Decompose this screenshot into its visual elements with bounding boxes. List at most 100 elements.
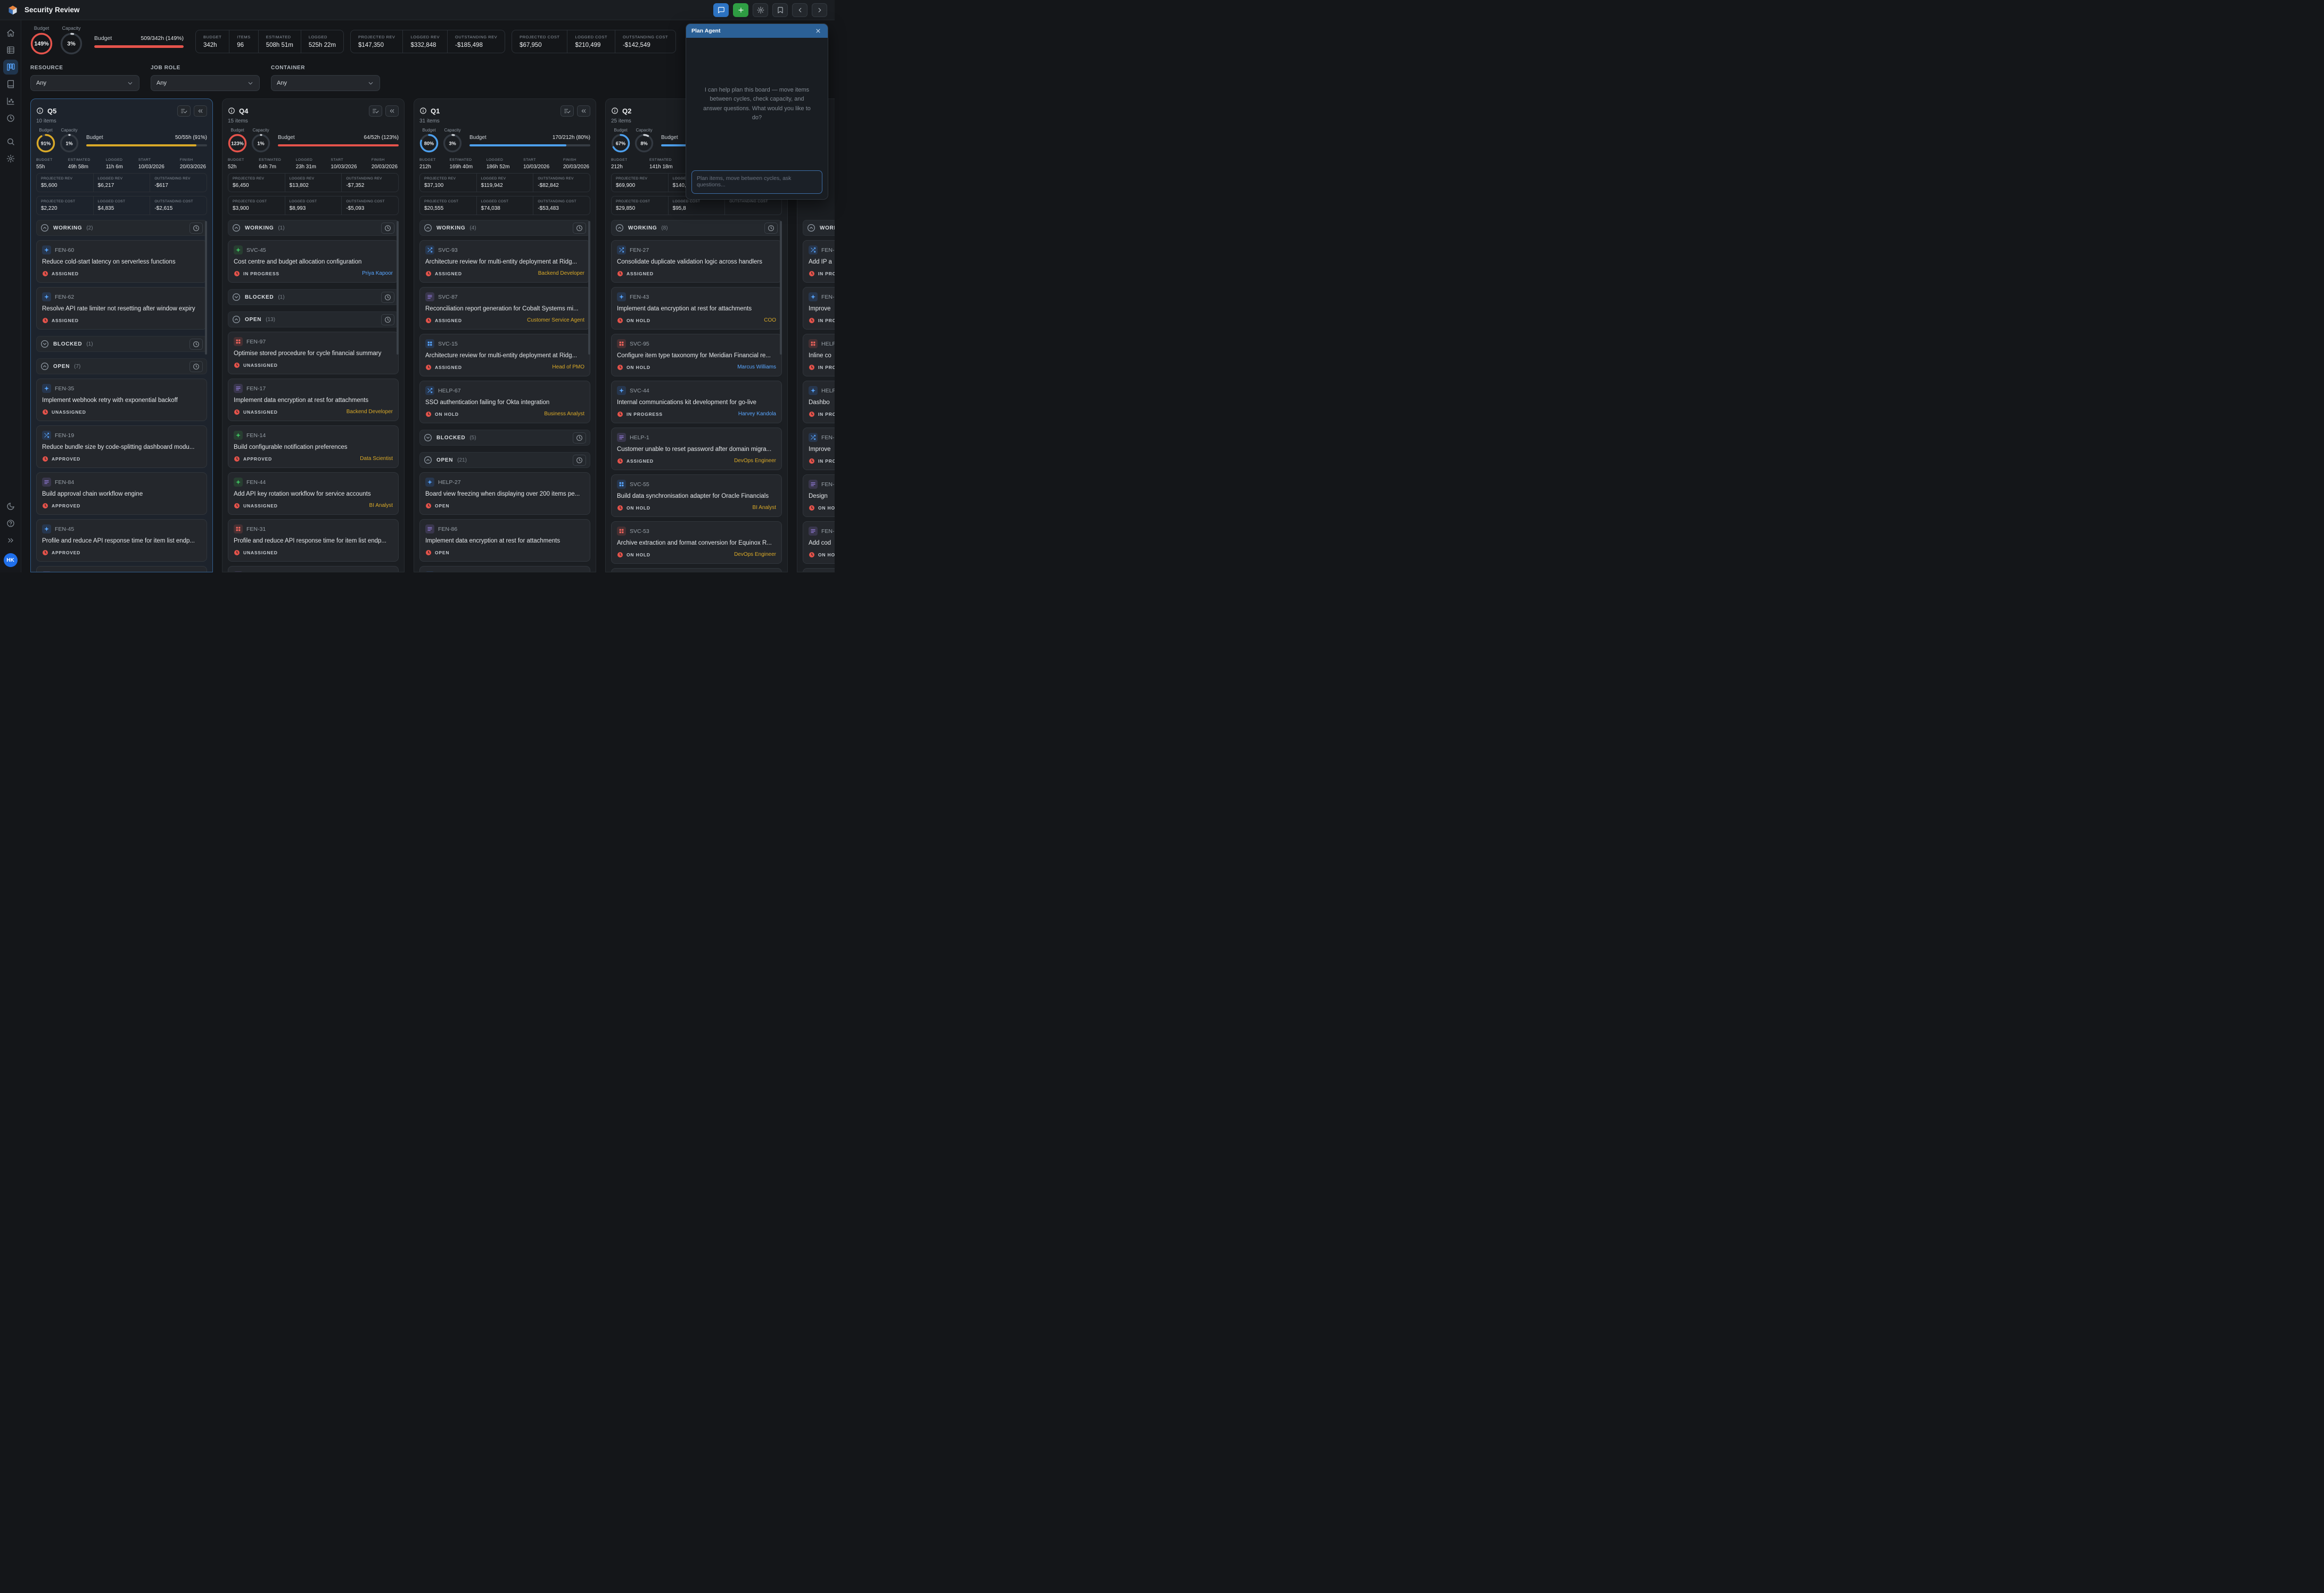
expand-sidebar[interactable] [3,533,18,548]
card-title: Reduce cold-start latency on serverless … [42,259,201,265]
status-clock-icon [617,411,623,417]
board-card[interactable]: SVC-53Archive extraction and format conv… [611,521,782,564]
sidebar-item-home[interactable] [3,26,18,40]
sidebar-item-search[interactable] [3,134,18,149]
user-avatar[interactable]: HK [4,553,18,567]
section-header-blocked[interactable]: BLOCKED(1) [36,336,207,352]
help[interactable] [3,516,18,531]
board-card[interactable]: SVC-95Configure item type taxonomy for M… [611,334,782,376]
board-card[interactable]: FEN-89ImproveIN PROG [803,428,835,470]
card-status: ON HOLD [627,505,650,511]
close-icon[interactable] [814,27,822,35]
board-card[interactable]: FEN-21Add reaON HOL [803,568,835,572]
board-card[interactable]: FEN-60Reduce cold-start latency on serve… [36,240,207,283]
stat-finish: FINISH20/03/2026 [180,158,206,170]
column-scrollbar[interactable] [205,221,207,355]
board-card[interactable]: FEN-86Implement data encryption at rest … [419,519,590,562]
nav-forward-button[interactable] [812,3,827,17]
board-card[interactable]: FEN-16Add IP aIN PROG [803,240,835,283]
settings-button[interactable] [753,3,768,17]
column-approve-button[interactable] [369,105,382,117]
column-approve-button[interactable] [177,105,191,117]
chat-button[interactable] [713,3,729,17]
column-collapse-button[interactable] [194,105,207,117]
section-log-time-button[interactable] [381,223,394,234]
filter-job-role-select[interactable]: Any [151,75,260,91]
board-card[interactable]: FEN-31Profile and reduce API response ti… [228,519,399,562]
sidebar-item-board[interactable] [3,60,18,75]
board-card[interactable]: FEN-51Build configurable notification pr… [228,566,399,572]
section-log-time-button[interactable] [573,223,586,234]
sidebar-item-reports[interactable] [3,94,18,109]
board-card[interactable]: HELP-27Board view freezing when displayi… [419,472,590,515]
rev-logged-rev: LOGGED REV$13,802 [285,174,342,192]
board-card[interactable]: FEN-8Evaluate GraphQL gateway for mobile… [419,566,590,572]
section-log-time-button[interactable] [189,339,203,350]
nav-back-button[interactable] [792,3,807,17]
section-header-open[interactable]: OPEN(7) [36,358,207,374]
sidebar-item-history[interactable] [3,111,18,126]
sidebar-item-settings[interactable] [3,151,18,166]
theme-toggle[interactable] [3,499,18,514]
section-header-working[interactable]: WORKING(2) [36,220,207,236]
board-card[interactable]: HELP-94DashboIN PROG [803,381,835,423]
filter-resource-select[interactable]: Any [30,75,139,91]
section-log-time-button[interactable] [573,432,586,444]
section-header-working[interactable]: WORKING(1) [228,220,399,236]
section-header-open[interactable]: OPEN(21) [419,452,590,468]
board-card[interactable]: FEN-35Implement webhook retry with expon… [36,379,207,421]
board-card[interactable]: HELP-1Customer unable to reset password … [611,428,782,470]
board-card[interactable]: FEN-19Reduce bundle size by code-splitti… [36,425,207,468]
board-card[interactable]: FEN-22Add codON HOL [803,521,835,564]
column-scrollbar[interactable] [397,221,399,355]
section-header-blocked[interactable]: BLOCKED(1) [228,289,399,305]
section-log-time-button[interactable] [189,223,203,234]
board-card[interactable]: FEN-43Implement data encryption at rest … [611,287,782,330]
board-card[interactable]: FEN-62Resolve API rate limiter not reset… [36,287,207,330]
board-card[interactable]: FEN-76Create canary deployment process f… [36,566,207,572]
board-card[interactable]: HELP-67SSO authentication failing for Ok… [419,381,590,423]
section-header-working[interactable]: WORKING(8) [611,220,782,236]
info-icon [36,107,44,114]
column-scrollbar[interactable] [588,221,590,355]
card-id: FEN-62 [55,294,74,300]
board-card[interactable]: SVC-87Reconciliation report generation f… [419,287,590,330]
section-log-time-button[interactable] [381,292,394,303]
board-card[interactable]: FEN-15DesignON HOL [803,474,835,517]
sidebar-item-table[interactable] [3,43,18,58]
board-card[interactable]: SVC-44Internal communications kit develo… [611,381,782,423]
board-card[interactable]: SVC-45Cost centre and budget allocation … [228,240,399,283]
chevron-up-circle-icon [232,315,241,324]
board-card[interactable]: FEN-4Add code coverage threshold enforce… [611,568,782,572]
board-card[interactable]: FEN-17Implement data encryption at rest … [228,379,399,421]
board-card[interactable]: FEN-84Build approval chain workflow engi… [36,472,207,515]
column-scrollbar[interactable] [780,221,782,355]
board-card[interactable]: FEN-45Profile and reduce API response ti… [36,519,207,562]
plan-agent-input[interactable] [692,171,822,193]
section-log-time-button[interactable] [189,361,203,372]
section-header-blocked[interactable]: BLOCKED(5) [419,430,590,446]
section-log-time-button[interactable] [573,455,586,466]
bookmark-button[interactable] [772,3,788,17]
column-collapse-button[interactable] [577,105,590,117]
board-card[interactable]: SVC-55Build data synchronisation adapter… [611,474,782,517]
section-log-time-button[interactable] [381,314,394,325]
sidebar-item-docs[interactable] [3,77,18,92]
section-header-working[interactable]: WORKING [803,220,835,236]
board-card[interactable]: FEN-14Build configurable notification pr… [228,425,399,468]
add-button[interactable] [733,3,748,17]
board-card[interactable]: FEN-50ImproveIN PROG [803,287,835,330]
column-collapse-button[interactable] [385,105,399,117]
board-card[interactable]: SVC-15Architecture review for multi-enti… [419,334,590,376]
section-header-working[interactable]: WORKING(4) [419,220,590,236]
column-approve-button[interactable] [561,105,574,117]
board-card[interactable]: FEN-97Optimise stored procedure for cycl… [228,332,399,374]
section-log-time-button[interactable] [764,223,778,234]
filter-container-select[interactable]: Any [271,75,380,91]
board-card[interactable]: FEN-27Consolidate duplicate validation l… [611,240,782,283]
column-sections: WORKING FEN-16Add IP aIN PROG FEN-50Improv… [803,220,835,572]
section-header-open[interactable]: OPEN(13) [228,311,399,327]
board-card[interactable]: HELP-90Inline coIN PROG [803,334,835,376]
board-card[interactable]: FEN-44Add API key rotation workflow for … [228,472,399,515]
board-card[interactable]: SVC-93Architecture review for multi-enti… [419,240,590,283]
